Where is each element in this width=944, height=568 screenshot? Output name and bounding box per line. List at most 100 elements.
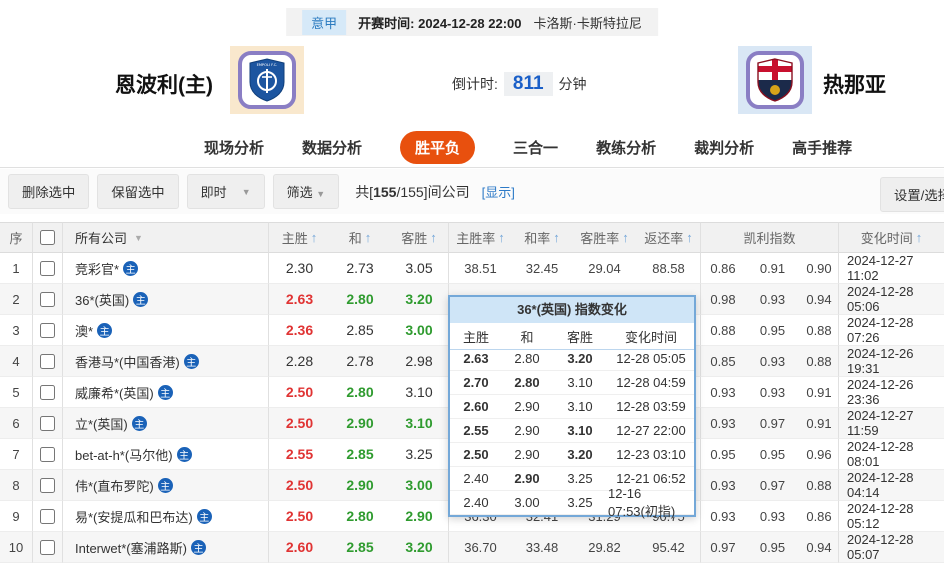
odds-cell[interactable]: 2.85 — [330, 315, 390, 346]
tab-教练分析[interactable]: 教练分析 — [596, 137, 656, 158]
odds-cell[interactable]: 3.00 — [390, 315, 448, 346]
home-badge-icon: 主 — [196, 508, 212, 524]
filter-button[interactable]: 筛选 ▼ — [272, 174, 340, 209]
row-checkbox[interactable] — [40, 539, 55, 555]
kelly-cell: 0.97 — [745, 408, 800, 439]
change-time-cell: 2024-12-28 08:01 — [838, 439, 944, 470]
popup-odds-cell: 2.70 — [450, 371, 502, 395]
kelly-cell: 0.97 — [745, 470, 800, 501]
odds-mode-select[interactable]: 即时 ▼ — [186, 174, 265, 209]
tab-胜平负[interactable]: 胜平负 — [400, 131, 476, 164]
away-logo-panel — [738, 46, 812, 114]
header-company[interactable]: 所有公司 ▼ — [62, 222, 268, 253]
company-cell[interactable]: 澳* 主 — [62, 315, 268, 346]
company-cell[interactable]: 36*(英国) 主 — [62, 284, 268, 315]
row-checkbox[interactable] — [40, 384, 55, 400]
row-checkbox[interactable] — [40, 291, 55, 307]
kelly-cell: 0.94 — [800, 532, 838, 563]
kelly-cell: 0.88 — [700, 315, 745, 346]
odds-cell[interactable]: 2.85 — [330, 439, 390, 470]
company-name: 伟*(直布罗陀) — [75, 478, 154, 494]
company-cell[interactable]: bet-at-h*(马尔他) 主 — [62, 439, 268, 470]
odds-cell[interactable]: 2.63 — [268, 284, 330, 315]
row-checkbox[interactable] — [40, 322, 55, 338]
odds-cell[interactable]: 2.80 — [330, 501, 390, 532]
odds-cell[interactable]: 3.20 — [390, 532, 448, 563]
odds-cell[interactable]: 2.90 — [330, 470, 390, 501]
popup-odds-cell: 2.55 — [450, 419, 502, 443]
header-home-odds[interactable]: 主胜 ↑ — [268, 222, 330, 253]
odds-cell[interactable]: 2.50 — [268, 377, 330, 408]
odds-cell[interactable]: 2.50 — [268, 408, 330, 439]
odds-cell[interactable]: 2.60 — [268, 532, 330, 563]
odds-cell[interactable]: 2.90 — [330, 408, 390, 439]
odds-cell[interactable]: 2.80 — [330, 377, 390, 408]
sort-asc-icon: ↑ — [310, 230, 318, 245]
settings-select-button[interactable]: 设置/选择 — [880, 177, 944, 212]
tab-数据分析[interactable]: 数据分析 — [302, 137, 362, 158]
show-link[interactable]: [显示] — [482, 182, 515, 201]
odds-cell[interactable]: 3.25 — [390, 439, 448, 470]
header-away-rate[interactable]: 客胜率 ↑ — [572, 222, 637, 253]
row-checkbox[interactable] — [40, 415, 55, 431]
popup-odds-cell: 2.80 — [502, 347, 552, 371]
header-change-time[interactable]: 变化时间 ↑ — [838, 222, 944, 253]
odds-cell[interactable]: 3.10 — [390, 408, 448, 439]
popup-odds-cell: 2.90 — [502, 443, 552, 467]
odds-cell[interactable]: 3.20 — [390, 284, 448, 315]
odds-cell[interactable]: 3.00 — [390, 470, 448, 501]
company-cell[interactable]: 伟*(直布罗陀) 主 — [62, 470, 268, 501]
odds-cell[interactable]: 3.05 — [390, 253, 448, 284]
row-seq: 9 — [0, 501, 32, 532]
odds-cell[interactable]: 2.36 — [268, 315, 330, 346]
popup-odds-cell: 2.90 — [502, 467, 552, 491]
delete-selected-button[interactable]: 删除选中 — [8, 174, 90, 209]
odds-cell[interactable]: 3.10 — [390, 377, 448, 408]
row-checkbox[interactable] — [40, 508, 55, 524]
company-cell[interactable]: 立*(英国) 主 — [62, 408, 268, 439]
row-checkbox[interactable] — [40, 477, 55, 493]
header-return-rate[interactable]: 返还率 ↑ — [637, 222, 700, 253]
company-cell[interactable]: 竞彩官* 主 — [62, 253, 268, 284]
kelly-cell: 0.86 — [700, 253, 745, 284]
company-cell[interactable]: 威廉希*(英国) 主 — [62, 377, 268, 408]
tab-现场分析[interactable]: 现场分析 — [204, 137, 264, 158]
odds-cell[interactable]: 2.28 — [268, 346, 330, 377]
odds-cell[interactable]: 2.78 — [330, 346, 390, 377]
popup-header: 客胜 — [552, 323, 608, 350]
company-cell[interactable]: Interwet*(塞浦路斯) 主 — [62, 532, 268, 563]
home-badge-icon: 主 — [133, 291, 149, 307]
header-draw-rate[interactable]: 和率 ↑ — [512, 222, 572, 253]
row-checkbox[interactable] — [40, 260, 55, 276]
header-draw-odds[interactable]: 和 ↑ — [330, 222, 390, 253]
tab-三合一[interactable]: 三合一 — [513, 137, 558, 158]
odds-cell[interactable]: 2.90 — [390, 501, 448, 532]
kelly-cell: 0.88 — [800, 470, 838, 501]
kelly-cell: 0.91 — [800, 408, 838, 439]
company-name: 易*(安提瓜和巴布达) — [75, 509, 193, 525]
tab-高手推荐[interactable]: 高手推荐 — [792, 137, 852, 158]
row-seq: 6 — [0, 408, 32, 439]
odds-cell[interactable]: 2.73 — [330, 253, 390, 284]
kelly-cell: 0.95 — [745, 315, 800, 346]
row-checkbox[interactable] — [40, 446, 55, 462]
odds-cell[interactable]: 2.55 — [268, 439, 330, 470]
odds-cell[interactable]: 2.30 — [268, 253, 330, 284]
company-cell[interactable]: 香港马*(中国香港) 主 — [62, 346, 268, 377]
odds-cell[interactable]: 2.98 — [390, 346, 448, 377]
league-badge[interactable]: 意甲 — [302, 9, 347, 35]
header-away-odds[interactable]: 客胜 ↑ — [390, 222, 448, 253]
odds-cell[interactable]: 2.50 — [268, 501, 330, 532]
row-checkbox[interactable] — [40, 353, 55, 369]
keep-selected-button[interactable]: 保留选中 — [97, 174, 179, 209]
match-meta-bar: 意甲 开赛时间: 2024-12-28 22:00 卡洛斯·卡斯特拉尼 — [286, 8, 658, 36]
tab-裁判分析[interactable]: 裁判分析 — [694, 137, 754, 158]
company-cell[interactable]: 易*(安提瓜和巴布达) 主 — [62, 501, 268, 532]
header-home-rate[interactable]: 主胜率 ↑ — [448, 222, 512, 253]
odds-cell[interactable]: 2.80 — [330, 284, 390, 315]
home-badge-icon: 主 — [131, 415, 147, 431]
odds-cell[interactable]: 2.50 — [268, 470, 330, 501]
odds-cell[interactable]: 2.85 — [330, 532, 390, 563]
select-all-checkbox[interactable] — [40, 230, 55, 245]
toolbar: 删除选中 保留选中 即时 ▼ 筛选 ▼ 共[155/155]间公司 [显示] 设… — [0, 169, 944, 214]
